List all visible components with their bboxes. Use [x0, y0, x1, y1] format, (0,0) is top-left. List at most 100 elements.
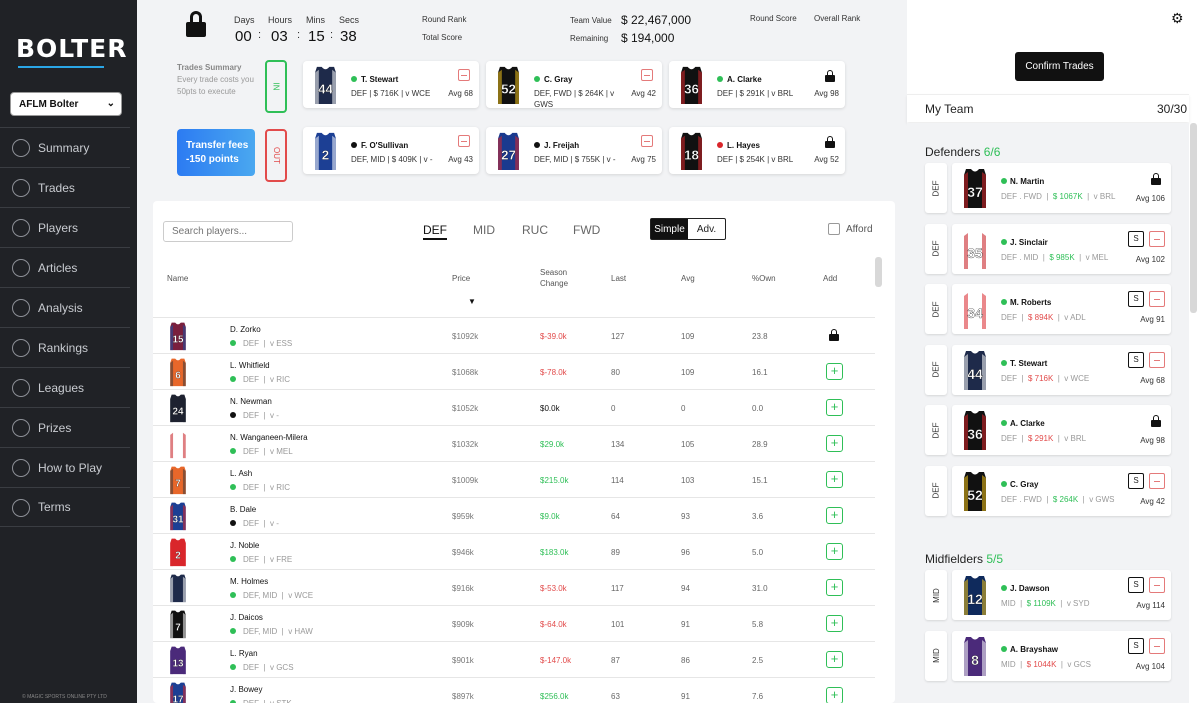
tab-fwd[interactable]: FWD: [573, 223, 600, 237]
player-name[interactable]: J. Bowey: [230, 685, 262, 694]
nav-summary[interactable]: Summary: [0, 127, 130, 167]
header-last[interactable]: Last: [611, 273, 626, 284]
trade-out-card[interactable]: 18 L. Hayes DEF | $ 254K | v BRL Avg 52: [669, 127, 845, 174]
add-player-button[interactable]: +: [826, 687, 843, 703]
trade-in-card[interactable]: 44 T. Stewart DEF | $ 716K | v WCE Avg 68: [303, 61, 479, 108]
competition-select[interactable]: AFLM Bolter ⌄: [10, 92, 122, 116]
player-name[interactable]: D. Zorko: [230, 325, 261, 334]
team-player-card[interactable]: DEF 52 C. Gray DEF . FWD | $ 264K | v GWS Av…: [925, 465, 1171, 516]
remove-icon[interactable]: [1149, 637, 1165, 654]
substitute-button[interactable]: S: [1128, 637, 1144, 654]
nav-articles[interactable]: Articles: [0, 247, 130, 287]
trade-out-card[interactable]: 27 J. Freijah DEF, MID | $ 755K | v - Avg 7…: [486, 127, 662, 174]
substitute-button[interactable]: S: [1128, 472, 1144, 489]
nav-prizes[interactable]: Prizes: [0, 407, 130, 447]
table-row[interactable]: 24 N. Newman DEF | v - $1052k $0.0k 0 0 0.0 +: [153, 389, 875, 425]
copyright-text: © MAGIC SPORTS ONLINE PTY LTD: [22, 694, 107, 700]
remove-icon[interactable]: [1149, 351, 1165, 368]
trade-in-card[interactable]: 36 A. Clarke DEF | $ 291K | v BRL Avg 98: [669, 61, 845, 108]
table-row[interactable]: 2 J. Noble DEF | v FRE $946k $183.0k 89 96 5.0 +: [153, 533, 875, 569]
nav-players[interactable]: Players: [0, 207, 130, 247]
gear-icon[interactable]: ⚙: [1171, 10, 1184, 27]
scrollbar[interactable]: [875, 257, 882, 287]
add-player-button[interactable]: +: [826, 363, 843, 380]
player-sub: DEF | v ESS: [230, 339, 292, 348]
remove-icon[interactable]: [641, 69, 653, 81]
player-name[interactable]: L. Whitfield: [230, 361, 270, 370]
table-row[interactable]: 6 L. Whitfield DEF | v RIC $1068k $-78.0k 80 1…: [153, 353, 875, 389]
header-own[interactable]: %Own: [752, 273, 776, 284]
remove-icon[interactable]: [1149, 230, 1165, 247]
remove-icon[interactable]: [458, 69, 470, 81]
player-name[interactable]: L. Ryan: [230, 649, 258, 658]
remove-icon[interactable]: [641, 135, 653, 147]
player-info: DEF . FWD | $ 1067K | v BRL: [1001, 192, 1116, 201]
team-player-card[interactable]: DEF 34 M. Roberts DEF | $ 894K | v ADL Avg 9…: [925, 284, 1171, 334]
nav-rankings[interactable]: Rankings: [0, 327, 130, 367]
substitute-button[interactable]: S: [1128, 351, 1144, 368]
bolter-logo[interactable]: BOLTER: [16, 30, 126, 72]
substitute-button[interactable]: S: [1128, 577, 1144, 593]
remove-icon[interactable]: [1149, 472, 1165, 489]
confirm-trades-button[interactable]: Confirm Trades: [1015, 52, 1104, 81]
add-player-button[interactable]: +: [826, 399, 843, 416]
table-row[interactable]: 17 J. Bowey DEF | v STK $897k $256.0k 63 91 7.6…: [153, 677, 875, 703]
team-player-card[interactable]: DEF 36 A. Clarke DEF | $ 291K | v BRL Avg 98: [925, 405, 1171, 455]
tab-mid[interactable]: MID: [473, 223, 495, 237]
table-row[interactable]: 7 J. Daicos DEF, MID | v HAW $909k $-64.0k 10…: [153, 605, 875, 641]
substitute-button[interactable]: S: [1128, 291, 1144, 307]
substitute-button[interactable]: S: [1128, 230, 1144, 247]
table-row[interactable]: 15 D. Zorko DEF | v ESS $1092k $-39.0k 127 109…: [153, 317, 875, 353]
team-player-card[interactable]: MID 8 A. Brayshaw MID | $ 1044K | v GCS Avg …: [925, 630, 1171, 681]
table-row[interactable]: 31 B. Dale DEF | v - $959k $9.0k 64 93 3.6 +: [153, 497, 875, 533]
table-row[interactable]: N. Wanganeen-Milera DEF | v MEL $1032k $29.…: [153, 425, 875, 461]
player-avg: Avg 52: [814, 155, 839, 164]
add-player-button[interactable]: +: [826, 543, 843, 560]
player-name[interactable]: J. Noble: [230, 541, 259, 550]
add-player-button[interactable]: +: [826, 471, 843, 488]
tab-ruc[interactable]: RUC: [522, 223, 548, 237]
table-row[interactable]: 13 L. Ryan DEF | v GCS $901k $-147.0k 87 86 2.5…: [153, 641, 875, 677]
team-player-card[interactable]: MID 12 J. Dawson MID | $ 1109K | v SYD Avg 1…: [925, 570, 1171, 620]
remove-icon[interactable]: [1149, 577, 1165, 593]
nav-analysis[interactable]: Analysis: [0, 287, 130, 327]
header-name[interactable]: Name: [167, 273, 188, 284]
team-player-card[interactable]: DEF 35 J. Sinclair DEF . MID | $ 985K | v M…: [925, 223, 1171, 274]
remove-icon[interactable]: [1149, 291, 1165, 307]
player-name[interactable]: N. Wanganeen-Milera: [230, 433, 308, 442]
player-name[interactable]: J. Daicos: [230, 613, 263, 622]
nav-how-to-play[interactable]: How to Play: [0, 447, 130, 487]
trade-in-card[interactable]: 52 C. Gray DEF, FWD | $ 264K | v GWS Avg 42: [486, 61, 662, 109]
table-row[interactable]: 7 L. Ash DEF | v RIC $1009k $215.0k 114 103 15.…: [153, 461, 875, 497]
tab-def[interactable]: DEF: [423, 223, 447, 240]
afford-checkbox[interactable]: Afford: [828, 223, 873, 235]
team-player-card[interactable]: DEF 44 T. Stewart DEF | $ 716K | v WCE Avg 6…: [925, 344, 1171, 395]
scrollbar[interactable]: [1190, 123, 1197, 313]
remove-icon[interactable]: [458, 135, 470, 147]
nav-trades[interactable]: Trades: [0, 167, 130, 207]
mode-simple-button[interactable]: Simple: [651, 219, 688, 239]
terms-icon: [12, 499, 30, 517]
add-player-button[interactable]: +: [826, 507, 843, 524]
header-season-change[interactable]: Season Change: [540, 267, 568, 289]
jersey-icon: 37: [964, 169, 986, 208]
player-name[interactable]: M. Holmes: [230, 577, 268, 586]
header-avg[interactable]: Avg: [681, 273, 695, 284]
header-price[interactable]: Price: [452, 273, 470, 284]
player-name[interactable]: N. Newman: [230, 397, 272, 406]
player-name[interactable]: L. Ash: [230, 469, 252, 478]
player-name[interactable]: B. Dale: [230, 505, 256, 514]
team-player-card[interactable]: DEF 37 N. Martin DEF . FWD | $ 1067K | v BR…: [925, 163, 1171, 213]
status-dot: [230, 628, 236, 634]
add-player-button[interactable]: +: [826, 615, 843, 632]
nav-terms[interactable]: Terms: [0, 487, 130, 527]
search-players-input[interactable]: [163, 221, 293, 242]
nav-leagues[interactable]: Leagues: [0, 367, 130, 407]
sort-desc-icon[interactable]: ▼: [468, 297, 476, 306]
trade-out-card[interactable]: 2 F. O'Sullivan DEF, MID | $ 409K | v - Avg…: [303, 127, 479, 174]
add-player-button[interactable]: +: [826, 651, 843, 668]
table-row[interactable]: M. Holmes DEF, MID | v WCE $916k $-53.0k 117…: [153, 569, 875, 605]
add-player-button[interactable]: +: [826, 579, 843, 596]
mode-advanced-button[interactable]: Adv.: [688, 219, 725, 239]
add-player-button[interactable]: +: [826, 435, 843, 452]
